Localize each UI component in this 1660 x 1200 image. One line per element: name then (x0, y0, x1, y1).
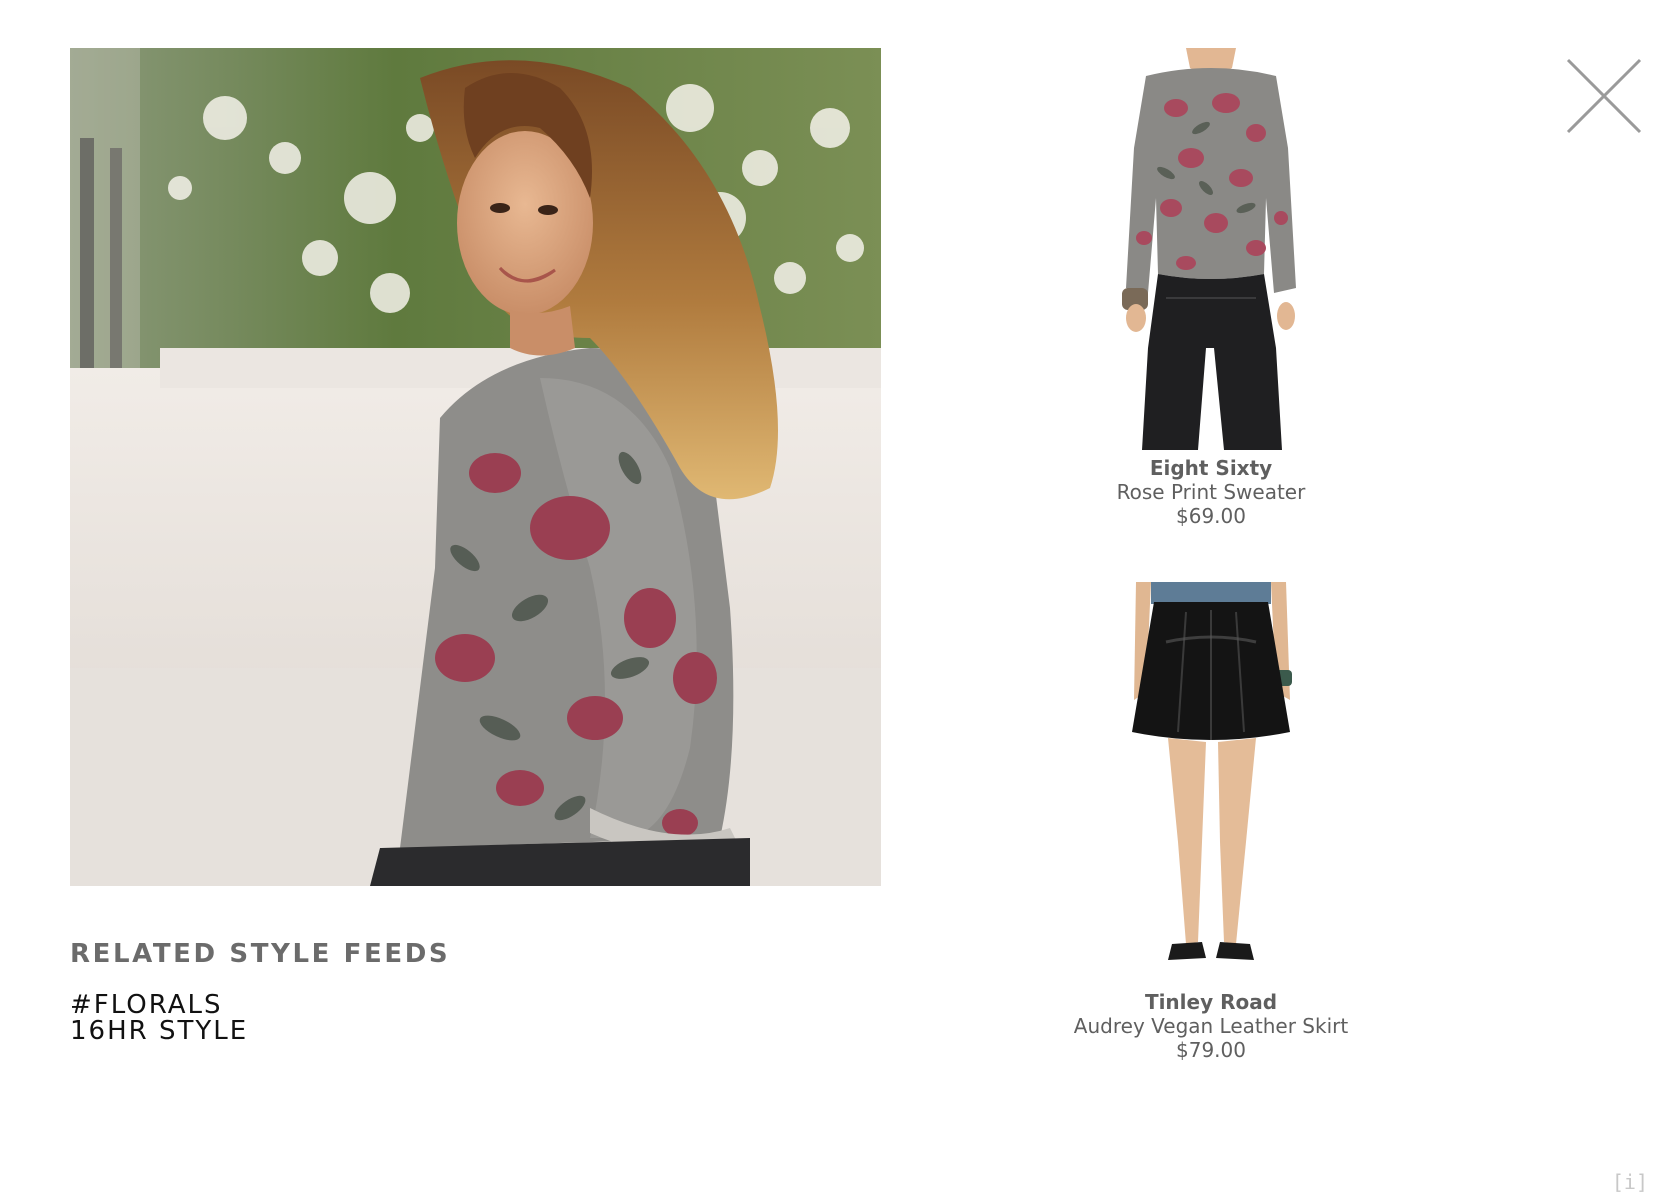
close-button[interactable] (1566, 58, 1642, 134)
sweater-image (1106, 48, 1316, 450)
product-name[interactable]: Audrey Vegan Leather Skirt (1040, 1014, 1382, 1038)
product-price: $69.00 (1176, 504, 1246, 528)
product-image-skirt[interactable] (1106, 582, 1316, 984)
product-brand[interactable]: Tinley Road (1040, 990, 1382, 1014)
skirt-image (1106, 582, 1316, 984)
product-card-sweater[interactable]: Eight Sixty Rose Print Sweater $69.00 (1040, 48, 1382, 528)
product-image-sweater[interactable] (1106, 48, 1316, 450)
list-item: 16HR STYLE (70, 1018, 870, 1044)
product-name[interactable]: Rose Print Sweater (1040, 480, 1382, 504)
product-price: $79.00 (1176, 1038, 1246, 1062)
related-style-feeds: RELATED STYLE FEEDS #FLORALS 16HR STYLE (70, 938, 870, 1044)
product-card-skirt[interactable]: Tinley Road Audrey Vegan Leather Skirt $… (1040, 582, 1382, 1062)
look-detail-page: RELATED STYLE FEEDS #FLORALS 16HR STYLE (0, 0, 1660, 1200)
info-link[interactable]: [i] (1612, 1170, 1648, 1194)
close-icon (1566, 58, 1642, 134)
feed-link-16hr-style[interactable]: 16HR STYLE (70, 1018, 870, 1044)
list-item: #FLORALS (70, 992, 870, 1018)
related-feeds-heading: RELATED STYLE FEEDS (70, 939, 451, 969)
product-brand[interactable]: Eight Sixty (1040, 456, 1382, 480)
feed-list: #FLORALS 16HR STYLE (70, 992, 870, 1044)
feed-link-florals[interactable]: #FLORALS (70, 992, 870, 1018)
look-photo-image (70, 48, 881, 886)
look-photo[interactable] (70, 48, 881, 886)
